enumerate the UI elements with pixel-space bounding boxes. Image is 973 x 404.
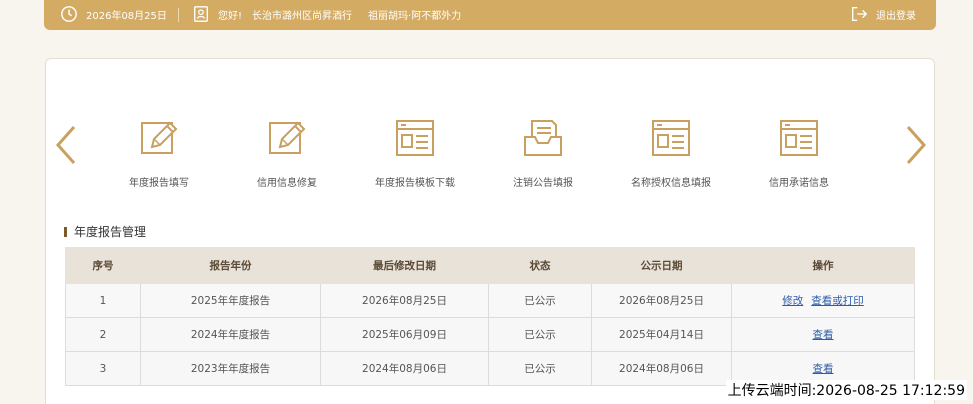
user-name: 祖丽胡玛·阿不都外力 <box>368 10 462 22</box>
user-greeting: 您好! 长治市潞州区尚昇酒行 祖丽胡玛·阿不都外力 <box>192 5 461 23</box>
title-marker <box>64 226 67 237</box>
cell-status: 已公示 <box>488 351 592 386</box>
table-row: 1 2025年年度报告 2026年08月25日 已公示 2026年08月25日 … <box>65 283 915 318</box>
cell-actions: 查看 <box>731 317 915 352</box>
menu-label: 信用信息修复 <box>257 178 317 189</box>
col-header-pubdate: 公示日期 <box>591 247 732 284</box>
col-header-modified: 最后修改日期 <box>320 247 489 284</box>
template-icon <box>780 120 818 156</box>
logout-button[interactable]: 退出登录 <box>850 5 916 23</box>
menu-label: 信用承诺信息 <box>769 178 829 189</box>
cell-status: 已公示 <box>488 317 592 352</box>
main-panel: 年度报告填写 信用信息修复 年度报告模板下载 注销公告填报 名称授权信息填报 信… <box>45 58 935 404</box>
logout-icon <box>852 7 868 21</box>
section-title-text: 年度报告管理 <box>74 225 147 239</box>
menu-name-authorization[interactable]: 名称授权信息填报 <box>616 117 726 189</box>
chevron-right-icon[interactable] <box>904 125 928 165</box>
view-link[interactable]: 查看 <box>813 363 834 375</box>
chevron-left-icon[interactable] <box>54 125 78 165</box>
report-table: 序号 报告年份 最后修改日期 状态 公示日期 操作 1 2025年年度报告 20… <box>65 247 915 386</box>
col-header-no: 序号 <box>65 247 141 284</box>
menu-label: 年度报告模板下载 <box>375 178 455 189</box>
cell-pubdate: 2026年08月25日 <box>591 283 732 318</box>
template-icon <box>652 120 690 156</box>
cell-no: 2 <box>65 317 141 352</box>
view-link[interactable]: 查看 <box>813 329 834 341</box>
menu-credit-commitment[interactable]: 信用承诺信息 <box>744 117 854 189</box>
menu-cancellation-notice[interactable]: 注销公告填报 <box>488 117 598 189</box>
logout-label: 退出登录 <box>876 10 916 22</box>
company-name: 长治市潞州区尚昇酒行 <box>252 10 353 22</box>
section-title: 年度报告管理 <box>64 223 146 240</box>
edit-link[interactable]: 修改 <box>782 295 803 307</box>
cell-year: 2023年年度报告 <box>140 351 321 386</box>
menu-credit-repair[interactable]: 信用信息修复 <box>232 117 342 189</box>
inbox-document-icon <box>524 120 562 156</box>
upload-timestamp: 上传云端时间:2026-08-25 17:12:59 <box>725 380 967 400</box>
view-print-link[interactable]: 查看或打印 <box>811 295 864 307</box>
template-icon <box>396 120 434 156</box>
edit-icon <box>141 121 178 154</box>
clock-icon <box>61 6 77 22</box>
cell-year: 2024年年度报告 <box>140 317 321 352</box>
date-display: 2026年08月25日 <box>60 5 167 23</box>
menu-label: 年度报告填写 <box>129 178 189 189</box>
table-header-row: 序号 报告年份 最后修改日期 状态 公示日期 操作 <box>65 247 915 284</box>
cell-pubdate: 2024年08月06日 <box>591 351 732 386</box>
menu-label: 注销公告填报 <box>513 178 573 189</box>
menu-annual-report-fill[interactable]: 年度报告填写 <box>104 117 214 189</box>
edit-icon <box>269 121 306 154</box>
cell-actions: 修改 查看或打印 <box>731 283 915 318</box>
cell-year: 2025年年度报告 <box>140 283 321 318</box>
col-header-year: 报告年份 <box>140 247 321 284</box>
cell-no: 1 <box>65 283 141 318</box>
table-row: 2 2024年年度报告 2025年06月09日 已公示 2025年04月14日 … <box>65 317 915 352</box>
cell-modified: 2024年08月06日 <box>320 351 489 386</box>
cell-no: 3 <box>65 351 141 386</box>
menu-label: 名称授权信息填报 <box>631 178 711 189</box>
divider <box>178 8 179 22</box>
current-date: 2026年08月25日 <box>86 10 167 22</box>
col-header-status: 状态 <box>488 247 592 284</box>
greeting-text: 您好! <box>218 10 243 22</box>
cell-pubdate: 2025年04月14日 <box>591 317 732 352</box>
col-header-actions: 操作 <box>731 247 915 284</box>
cell-status: 已公示 <box>488 283 592 318</box>
user-card-icon <box>194 6 208 22</box>
menu-template-download[interactable]: 年度报告模板下载 <box>360 117 470 189</box>
top-bar: 2026年08月25日 您好! 长治市潞州区尚昇酒行 祖丽胡玛·阿不都外力 退出… <box>44 0 936 30</box>
cell-modified: 2026年08月25日 <box>320 283 489 318</box>
cell-modified: 2025年06月09日 <box>320 317 489 352</box>
